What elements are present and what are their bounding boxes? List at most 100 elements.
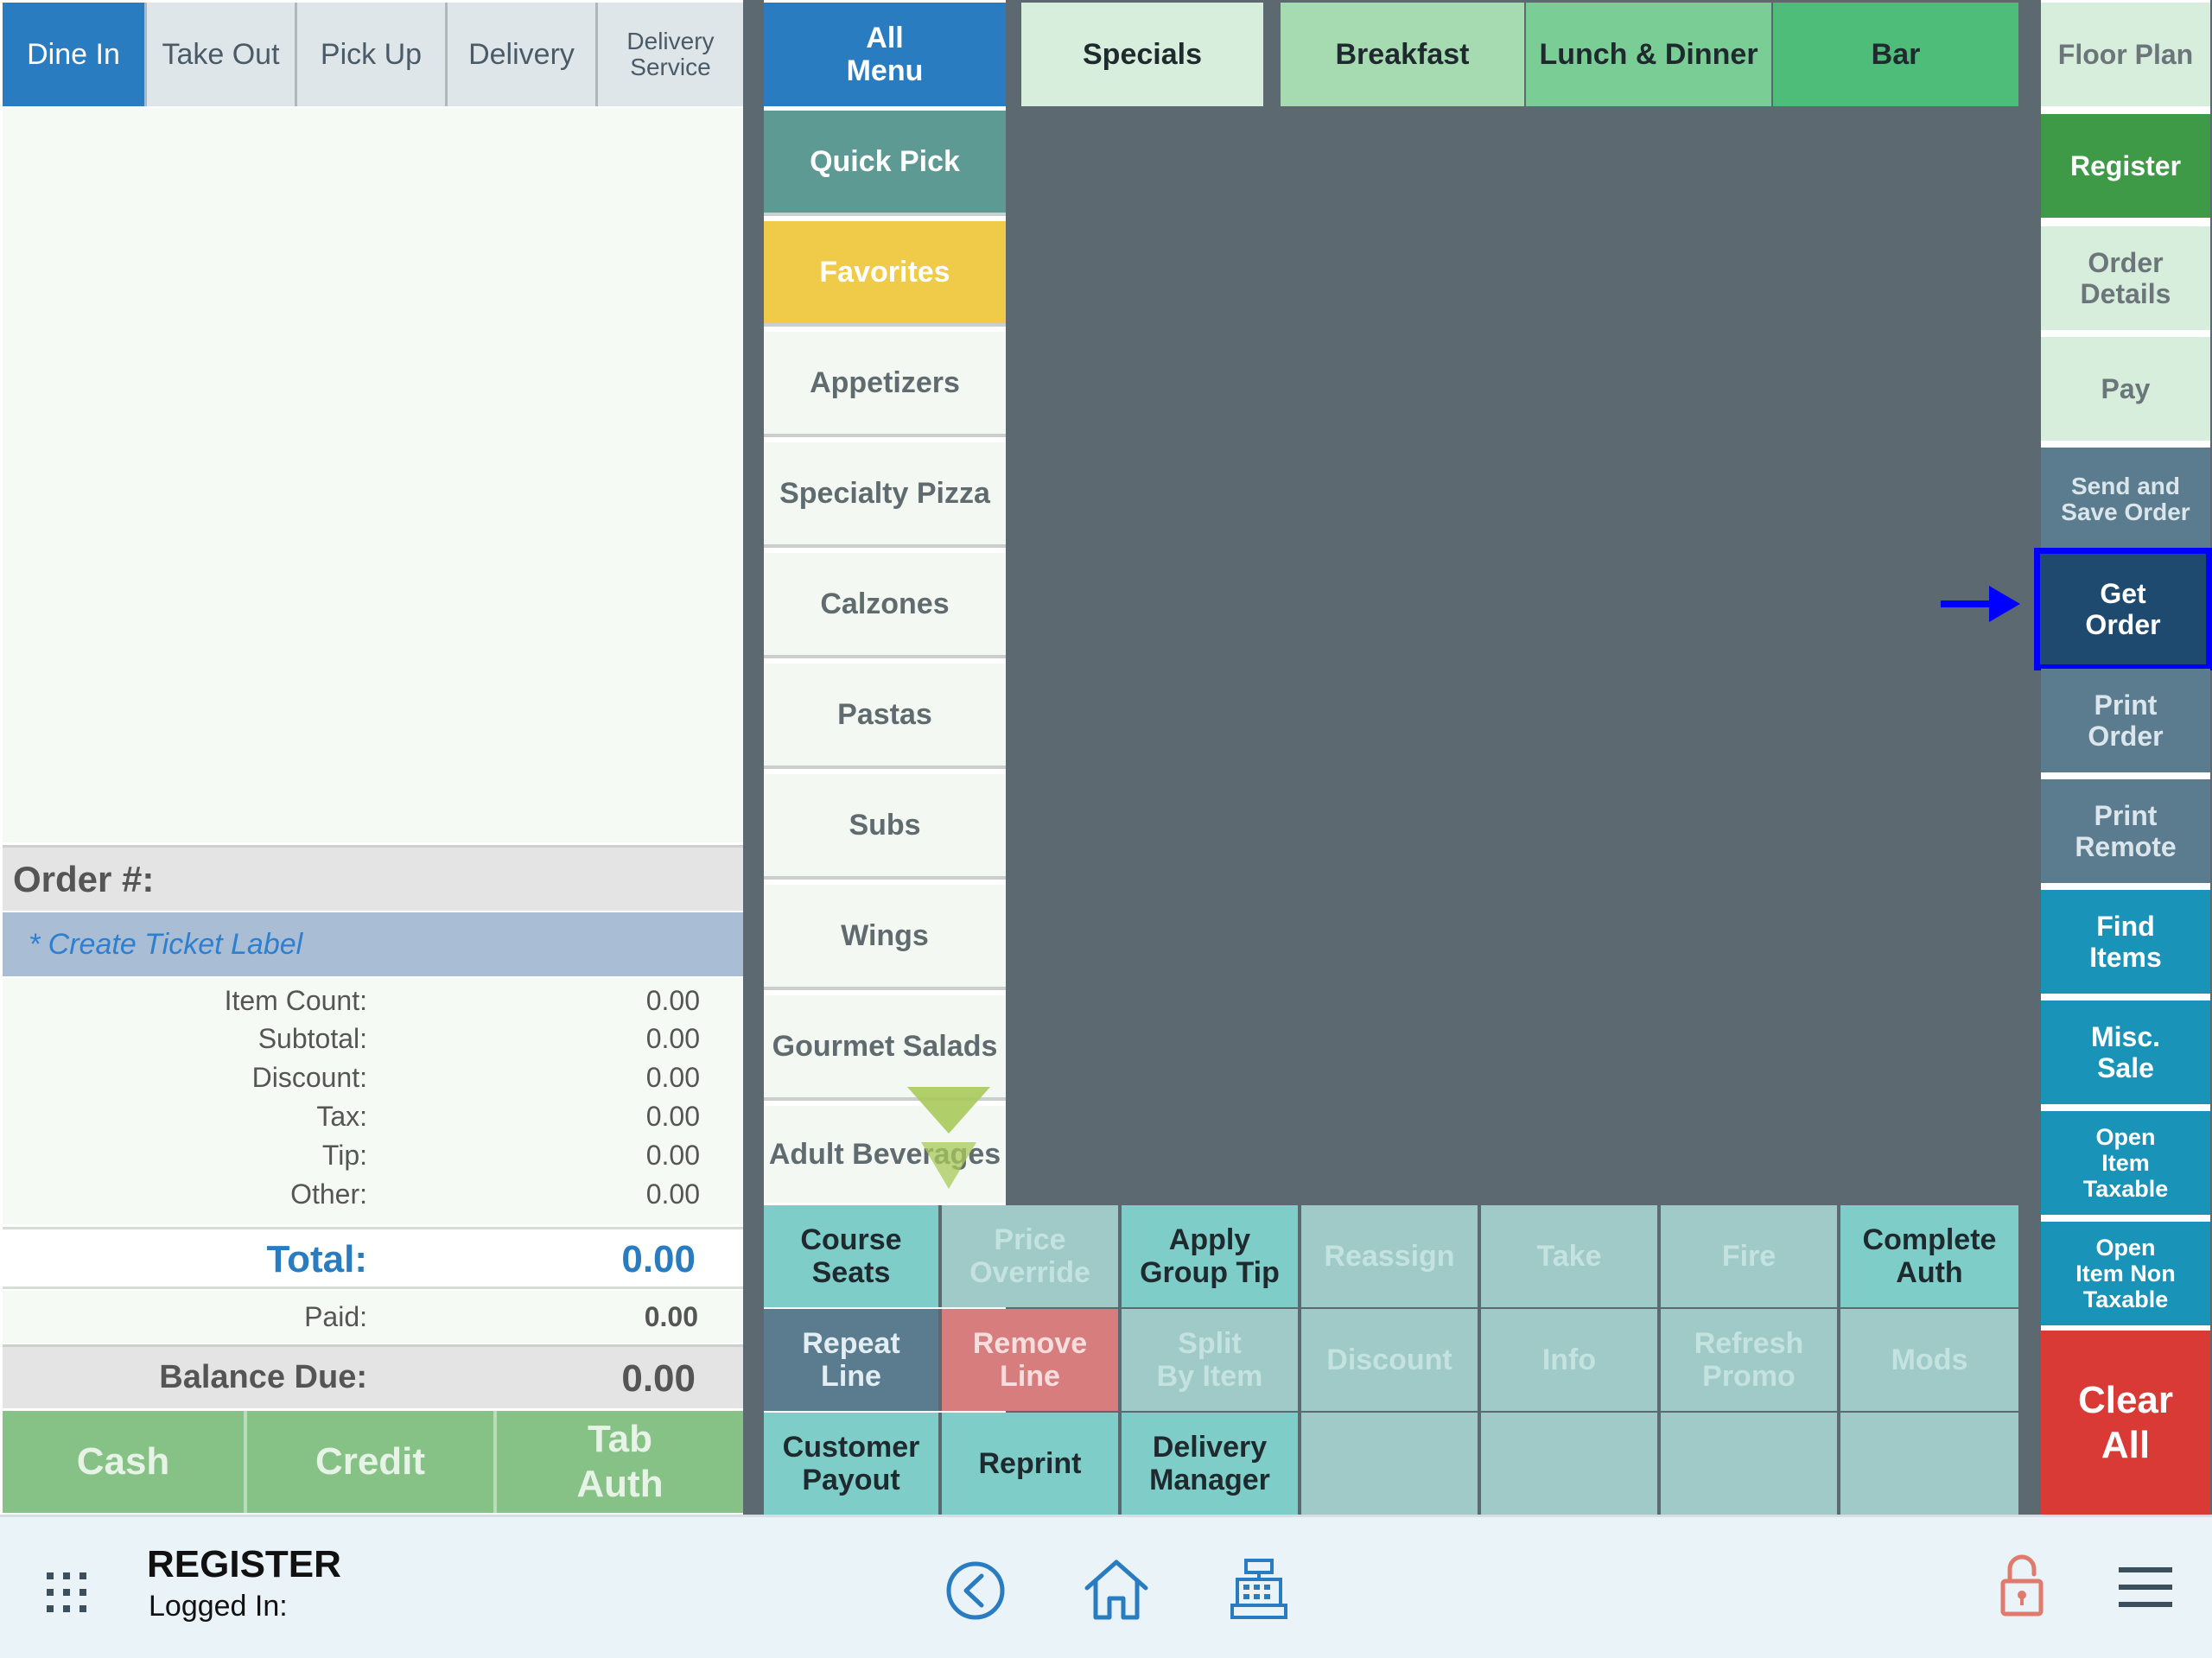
price-override-button[interactable]: Price Override [942,1205,1122,1307]
totals-label: Discount: [251,1062,367,1093]
right-divider [2018,0,2041,1515]
delivery-manager-button[interactable]: Delivery Manager [1122,1413,1301,1515]
button-label: Get Order [2085,578,2161,640]
tab-auth-button[interactable]: Tab Auth [497,1411,743,1513]
paid-value: 0.00 [644,1301,698,1332]
order-details-button[interactable]: Order Details [2041,226,2210,330]
category-appetizers[interactable]: Appetizers [764,332,1006,437]
category-quick-pick[interactable]: Quick Pick [764,111,1006,216]
order-type-tab-take-out[interactable]: Take Out [147,3,297,106]
order-type-tab-delivery-service[interactable]: Delivery Service [598,3,743,106]
repeat-line-button[interactable]: Repeat Line [764,1309,942,1411]
apply-group-tip-button[interactable]: Apply Group Tip [1122,1205,1301,1307]
back-icon[interactable] [945,1560,1006,1621]
fire-button[interactable]: Fire [1661,1205,1840,1307]
cash-register-icon[interactable] [1229,1557,1289,1621]
paid-row: Paid: 0.00 [3,1291,743,1343]
category-gourmet-salads[interactable]: Gourmet Salads [764,995,1006,1101]
floor-plan-button[interactable]: Floor Plan [2041,3,2210,106]
split-by-item-button[interactable]: Split By Item [1122,1309,1301,1411]
menu-tab-label: Bar [1871,37,1921,71]
action-label: Customer Payout [782,1431,920,1496]
lock-icon[interactable] [1999,1552,2044,1617]
find-items-button[interactable]: Find Items [2041,890,2210,994]
reassign-button[interactable]: Reassign [1301,1205,1481,1307]
menu-tab-all-menu[interactable]: All Menu [764,3,1006,106]
pay-button[interactable]: Pay [2041,337,2210,441]
order-type-tab-delivery[interactable]: Delivery [448,3,598,106]
category-favorites[interactable]: Favorites [764,221,1006,327]
course-seats-button[interactable]: Course Seats [764,1205,942,1307]
category-label: Quick Pick [810,144,960,178]
customer-payout-button[interactable]: Customer Payout [764,1413,942,1515]
action-label: Repeat Line [802,1327,900,1393]
open-item-non-taxable-button[interactable]: Open Item Non Taxable [2041,1222,2210,1325]
button-label: Floor Plan [2057,39,2194,70]
clear-all-button[interactable]: Clear All [2041,1331,2210,1515]
credit-label: Credit [315,1440,426,1483]
order-number: Order #: [3,845,743,911]
register-button[interactable]: Register [2041,114,2210,218]
order-type-tab-dine-in[interactable]: Dine In [3,3,147,106]
complete-auth-button[interactable]: Complete Auth [1840,1205,2018,1307]
menu-tab-specials[interactable]: Specials [1021,3,1263,106]
action-label: Complete Auth [1862,1223,1997,1289]
cash-button[interactable]: Cash [3,1411,247,1513]
totals-label: Tip: [321,1140,367,1171]
button-label: Clear All [2077,1378,2174,1466]
button-label: Find Items [2089,911,2162,973]
menu-tab-lunch-dinner[interactable]: Lunch & Dinner [1526,3,1771,106]
remove-line-button[interactable]: Remove Line [942,1309,1122,1411]
credit-button[interactable]: Credit [247,1411,497,1513]
home-icon[interactable] [1084,1557,1149,1621]
category-calzones[interactable]: Calzones [764,553,1006,658]
misc-sale-button[interactable]: Misc. Sale [2041,1001,2210,1104]
menu-tab-bar[interactable]: Bar [1773,3,2018,106]
tab-label: Delivery Service [626,28,715,80]
order-items-list[interactable] [3,108,743,842]
get-order-button[interactable]: Get Order [2034,548,2212,670]
category-pastas[interactable]: Pastas [764,664,1006,769]
total-row: Total: 0.00 [3,1227,743,1289]
discount-button[interactable]: Discount [1301,1309,1481,1411]
category-wings[interactable]: Wings [764,885,1006,990]
info-button[interactable]: Info [1481,1309,1661,1411]
app-grid-icon[interactable] [45,1571,88,1614]
totals-row-item-count: Item Count: 0.00 [3,981,743,1020]
totals-value: 0.00 [645,1023,700,1054]
take-button[interactable]: Take [1481,1205,1661,1307]
print-order-button[interactable]: Print Order [2041,669,2210,772]
totals-label: Item Count: [224,985,367,1016]
mods-button[interactable]: Mods [1840,1309,2018,1411]
category-subs[interactable]: Subs [764,774,1006,880]
category-specialty-pizza[interactable]: Specialty Pizza [764,442,1006,548]
button-label: Misc. Sale [2090,1021,2161,1083]
hamburger-menu-icon[interactable] [2119,1566,2172,1609]
order-type-tab-pick-up[interactable]: Pick Up [297,3,448,106]
tab-label: Pick Up [320,37,423,71]
send-and-save-order-button[interactable]: Send and Save Order [2041,448,2210,551]
menu-tab-label: All Menu [846,22,924,87]
balance-due-label: Balance Due: [159,1359,367,1395]
action-label: Fire [1721,1240,1777,1273]
create-ticket-label[interactable]: * Create Ticket Label [3,912,743,976]
action-label: Apply Group Tip [1140,1223,1280,1289]
totals-row-tax: Tax: 0.00 [3,1097,743,1135]
totals-label: Subtotal: [257,1023,367,1054]
category-label: Gourmet Salads [772,1029,998,1063]
reprint-button[interactable]: Reprint [942,1413,1122,1515]
totals-value: 0.00 [645,1062,700,1093]
print-remote-button[interactable]: Print Remote [2041,779,2210,883]
menu-tab-breakfast[interactable]: Breakfast [1281,3,1524,106]
category-label: Wings [841,918,929,952]
totals-row-subtotal: Subtotal: 0.00 [3,1020,743,1058]
button-label: Print Remote [2075,800,2177,862]
scroll-down-icon[interactable] [907,1087,990,1189]
refresh-promo-button[interactable]: Refresh Promo [1661,1309,1840,1411]
category-label: Appetizers [810,365,960,399]
action-label: Price Override [969,1223,1090,1289]
arrow-right-icon [1941,586,2020,622]
category-label: Specialty Pizza [779,476,990,510]
open-item-taxable-button[interactable]: Open Item Taxable [2041,1111,2210,1215]
action-label: Mods [1891,1344,1968,1376]
